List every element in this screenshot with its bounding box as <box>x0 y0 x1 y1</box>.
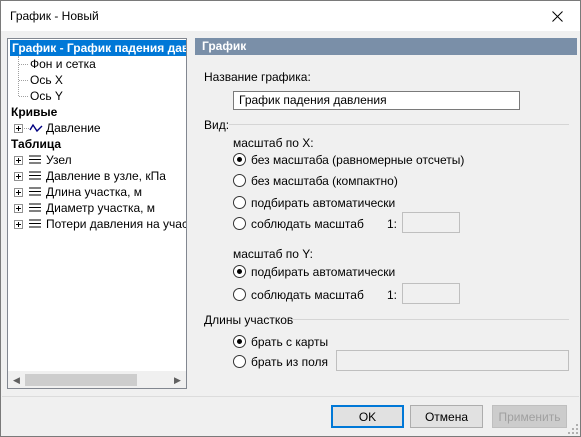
tree-item-col-diameter[interactable]: Диаметр участка, м <box>46 200 155 216</box>
cancel-button[interactable]: Отмена <box>410 405 483 428</box>
resize-grip-icon[interactable] <box>568 424 578 434</box>
plus-expander-icon[interactable] <box>14 188 23 197</box>
plus-expander-icon[interactable] <box>14 124 23 133</box>
tree-item-curves[interactable]: Кривые <box>11 104 57 120</box>
radio-y-auto[interactable] <box>233 265 246 278</box>
radio-x-keep-scale[interactable] <box>233 217 246 230</box>
radio-lengths-from-field[interactable] <box>233 355 246 368</box>
radio-y-keep-scale-label[interactable]: соблюдать масштаб <box>251 288 364 302</box>
scale-x-ratio-field[interactable] <box>402 212 460 233</box>
radio-x-no-scale-compact[interactable] <box>233 174 246 187</box>
radio-y-auto-label[interactable]: подбирать автоматически <box>251 265 395 279</box>
lines-icon <box>29 187 41 196</box>
tree-item-axis-y[interactable]: Ось Y <box>30 88 63 104</box>
chart-name-field[interactable]: График падения давления <box>233 91 520 110</box>
scale-x-label: масштаб по X: <box>233 136 314 150</box>
group-divider <box>291 319 569 320</box>
close-icon <box>551 10 563 22</box>
chart-name-label: Название графика: <box>204 70 311 84</box>
radio-x-keep-scale-label[interactable]: соблюдать масштаб <box>251 217 364 231</box>
footer-divider <box>2 396 579 397</box>
tree-connector <box>19 64 28 65</box>
tree-item-curve-pressure[interactable]: Давление <box>46 120 101 136</box>
lengths-group-label: Длины участков <box>204 313 294 327</box>
wave-icon <box>29 123 43 133</box>
plus-expander-icon[interactable] <box>14 204 23 213</box>
scroll-right-icon[interactable]: ▶ <box>169 372 186 388</box>
tree-item-root[interactable]: График - График падения давления <box>10 40 186 56</box>
radio-x-no-scale-uniform-label[interactable]: без масштаба (равномерные отсчеты) <box>251 153 464 167</box>
lines-icon <box>29 155 41 164</box>
plus-expander-icon[interactable] <box>14 172 23 181</box>
title-bar: График - Новый <box>1 1 580 31</box>
window-title: График - Новый <box>10 9 99 23</box>
lines-icon <box>29 171 41 180</box>
tree-item-axis-x[interactable]: Ось X <box>30 72 63 88</box>
radio-lengths-from-map-label[interactable]: брать с карты <box>251 335 328 349</box>
radio-y-keep-scale[interactable] <box>233 288 246 301</box>
dialog-window: График - Новый График - График падения д… <box>0 0 581 437</box>
apply-button[interactable]: Применить <box>492 405 567 428</box>
scale-y-ratio-field[interactable] <box>402 283 460 304</box>
plus-expander-icon[interactable] <box>14 220 23 229</box>
settings-tree[interactable]: График - График падения давления Фон и с… <box>7 38 187 389</box>
scroll-left-icon[interactable]: ◀ <box>8 372 25 388</box>
tree-item-col-length[interactable]: Длина участка, м <box>46 184 142 200</box>
tree-connector <box>19 80 28 81</box>
view-group-label: Вид: <box>204 118 230 132</box>
tree-connector <box>18 56 19 96</box>
scroll-thumb[interactable] <box>25 374 137 386</box>
radio-lengths-from-field-label[interactable]: брать из поля <box>251 355 328 369</box>
tree-item-col-node[interactable]: Узел <box>46 152 72 168</box>
tree-item-table[interactable]: Таблица <box>11 136 61 152</box>
tree-item-col-pressure[interactable]: Давление в узле, кПа <box>46 168 166 184</box>
scale-x-ratio-label: 1: <box>387 217 398 231</box>
scale-y-label: масштаб по Y: <box>233 247 313 261</box>
lengths-field-select[interactable] <box>336 350 569 371</box>
group-divider <box>229 124 569 125</box>
lines-icon <box>29 203 41 212</box>
radio-x-no-scale-uniform[interactable] <box>233 153 246 166</box>
close-button[interactable] <box>534 1 580 31</box>
radio-lengths-from-map[interactable] <box>233 335 246 348</box>
scale-y-ratio-label: 1: <box>387 288 398 302</box>
panel-header: График <box>195 38 577 55</box>
tree-connector <box>19 96 28 97</box>
tree-item-col-losses[interactable]: Потери давления на участке <box>46 216 186 232</box>
radio-x-auto[interactable] <box>233 196 246 209</box>
ok-button[interactable]: OK <box>331 405 404 428</box>
plus-expander-icon[interactable] <box>14 156 23 165</box>
lines-icon <box>29 219 41 228</box>
tree-item-background[interactable]: Фон и сетка <box>30 56 96 72</box>
radio-x-auto-label[interactable]: подбирать автоматически <box>251 196 395 210</box>
radio-x-no-scale-compact-label[interactable]: без масштаба (компактно) <box>251 174 398 188</box>
tree-horizontal-scrollbar[interactable]: ◀ ▶ <box>8 371 186 388</box>
